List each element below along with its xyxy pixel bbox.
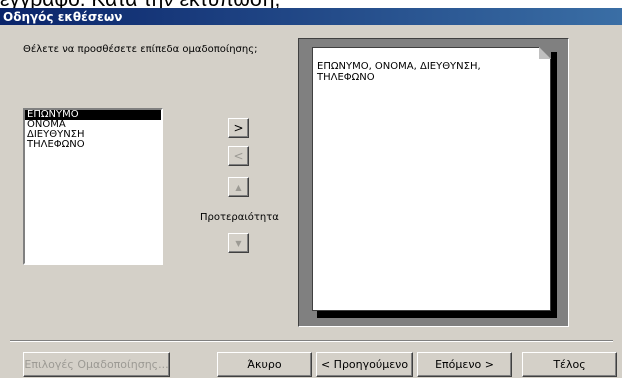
priority-label: Προτεραιότητα [200, 212, 279, 223]
back-label: < Προηγούμενο [320, 358, 409, 371]
add-grouping-button[interactable]: > [228, 118, 249, 138]
grouping-options-label: Επιλογές Ομαδοποίησης... [24, 358, 169, 371]
finish-label: Τέλος [553, 358, 586, 371]
page-fold-icon [539, 47, 551, 59]
grouping-options-button[interactable]: Επιλογές Ομαδοποίησης... [23, 352, 170, 377]
grouping-prompt: Θέλετε να προσθέσετε επίπεδα ομαδοποίηση… [23, 44, 258, 55]
priority-down-button[interactable]: ▼ [228, 233, 249, 253]
finish-button[interactable]: Τέλος [522, 352, 617, 377]
preview-page: ΕΠΩΝΥΜΟ, ΟΝΟΜΑ, ΔΙΕΥΘΥΝΣΗ, ΤΗΛΕΦΩΝΟ [312, 47, 551, 311]
report-wizard-dialog: Οδηγός εκθέσεων Θέλετε να προσθέσετε επί… [0, 8, 622, 378]
footer-divider-highlight [10, 341, 613, 342]
grouping-preview-pane: ΕΠΩΝΥΜΟ, ΟΝΟΜΑ, ΔΙΕΥΘΥΝΣΗ, ΤΗΛΕΦΩΝΟ [298, 38, 569, 327]
remove-grouping-button[interactable]: < [228, 146, 249, 166]
field-list[interactable]: ΕΠΩΝΥΜΟ ΟΝΟΜΑ ΔΙΕΥΘΥΝΣΗ ΤΗΛΕΦΩΝΟ [23, 108, 163, 265]
cancel-label: Άκυρο [247, 358, 282, 371]
cancel-button[interactable]: Άκυρο [217, 352, 312, 377]
title-bar[interactable]: Οδηγός εκθέσεων [0, 8, 622, 25]
next-label: Επόμενο > [435, 358, 494, 371]
preview-fields-text: ΕΠΩΝΥΜΟ, ΟΝΟΜΑ, ΔΙΕΥΘΥΝΣΗ, ΤΗΛΕΦΩΝΟ [317, 61, 481, 83]
next-button[interactable]: Επόμενο > [417, 352, 512, 377]
window-title: Οδηγός εκθέσεων [3, 10, 123, 24]
priority-up-button[interactable]: ▲ [228, 177, 249, 197]
back-button[interactable]: < Προηγούμενο [316, 352, 413, 377]
list-item[interactable]: ΤΗΛΕΦΩΝΟ [25, 140, 161, 150]
